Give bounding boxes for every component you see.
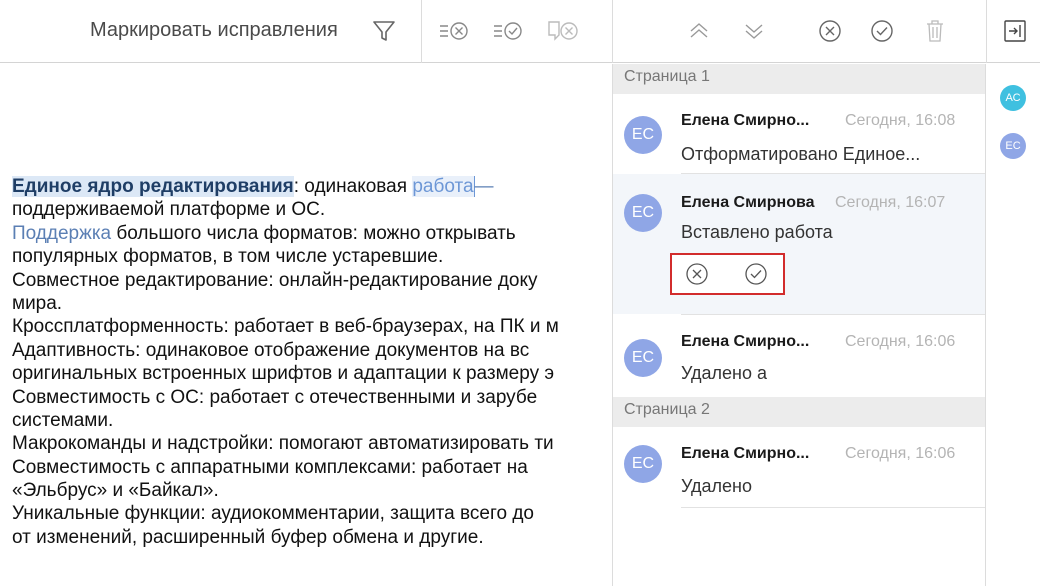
users-rail: АС ЕС — [986, 64, 1040, 586]
change-time: Сегодня, 16:08 — [845, 112, 956, 129]
inserted-text: работа — [412, 176, 475, 197]
doc-line: системами. — [12, 409, 114, 431]
close-panel-icon[interactable] — [998, 14, 1032, 48]
doc-line: популярных форматов, в том числе устарев… — [12, 246, 444, 268]
previous-change-icon[interactable] — [682, 14, 716, 48]
next-change-icon[interactable] — [737, 14, 771, 48]
change-time: Сегодня, 16:07 — [835, 194, 946, 211]
change-card[interactable]: ЕС Елена Смирно... Сегодня, 16:06 Удален… — [613, 315, 985, 397]
toolbar-divider — [986, 0, 987, 63]
change-description: Удалено — [681, 476, 753, 496]
document-text: Единое ядро редактирования: одинаковая р… — [12, 175, 612, 549]
doc-line: Макрокоманды и надстройки: помогают авто… — [12, 433, 554, 455]
avatar: ЕС — [624, 445, 662, 483]
reject-in-comments-icon[interactable] — [546, 14, 580, 48]
changes-panel: Страница 1 ЕС Елена Смирно... Сегодня, 1… — [612, 64, 986, 586]
change-time: Сегодня, 16:06 — [845, 333, 956, 350]
change-author: Елена Смирно... — [681, 112, 810, 129]
doc-line: Поддержка большого числа форматов: можно… — [12, 222, 612, 245]
reject-change-icon[interactable] — [813, 14, 847, 48]
avatar: ЕС — [624, 339, 662, 377]
change-author: Елена Смирно... — [681, 445, 810, 462]
avatar: ЕС — [624, 194, 662, 232]
doc-line: от изменений, расширенный буфер обмена и… — [12, 526, 484, 548]
doc-line: поддерживаемой платформе и ОС. — [12, 199, 326, 221]
page-header: Страница 1 — [613, 64, 985, 94]
change-card-selected[interactable]: ЕС Елена Смирнова Сегодня, 16:07 Вставле… — [613, 174, 985, 314]
change-description: Отформатировано Единое... — [681, 144, 921, 164]
card-divider — [681, 507, 985, 508]
changed-text: Поддержка — [12, 222, 112, 244]
doc-line: Уникальные функции: аудиокомментарии, за… — [12, 503, 534, 525]
doc-line: Совместимость с аппаратными комплексами:… — [12, 456, 528, 478]
doc-line: Совместимость с ОС: работает с отечестве… — [12, 386, 538, 408]
doc-text-span: — — [474, 176, 494, 197]
doc-line: оригинальных встроенных шрифтов и адапта… — [12, 363, 555, 385]
formatted-text: Единое ядро редактирования — [12, 176, 294, 197]
reject-change-button[interactable] — [685, 262, 709, 286]
reject-all-icon[interactable] — [438, 14, 472, 48]
doc-text-span: большого числа форматов: можно открывать — [111, 222, 516, 244]
change-time: Сегодня, 16:06 — [845, 445, 956, 462]
change-card[interactable]: ЕС Елена Смирно... Сегодня, 16:08 Отформ… — [613, 94, 985, 173]
page-header: Страница 2 — [613, 397, 985, 427]
doc-line: мира. — [12, 292, 63, 314]
filter-icon[interactable] — [367, 14, 401, 48]
accept-change-icon[interactable] — [865, 14, 899, 48]
toolbar-divider — [612, 0, 613, 63]
user-avatar[interactable]: АС — [1000, 85, 1026, 111]
change-description: Удалено а — [681, 363, 768, 383]
toolbar-divider — [421, 0, 422, 63]
doc-line: Совместное редактирование: онлайн-редакт… — [12, 269, 538, 291]
document-area[interactable]: Единое ядро редактирования: одинаковая р… — [0, 64, 612, 586]
doc-line: Кроссплатформенность: работает в веб-бра… — [12, 316, 559, 338]
doc-line: «Эльбрус» и «Байкал». — [12, 480, 219, 502]
accept-all-icon[interactable] — [492, 14, 526, 48]
review-toolbar: Маркировать исправления — [0, 0, 1040, 63]
doc-line: Адаптивность: одинаковое отображение док… — [12, 339, 530, 361]
change-author: Елена Смирнова — [681, 194, 815, 211]
user-avatar[interactable]: ЕС — [1000, 133, 1026, 159]
change-description: Вставлено работа — [681, 222, 833, 242]
change-author: Елена Смирно... — [681, 333, 810, 350]
avatar: ЕС — [624, 116, 662, 154]
doc-line: Единое ядро редактирования: одинаковая р… — [12, 175, 612, 198]
delete-icon[interactable] — [918, 14, 952, 48]
accept-change-button[interactable] — [744, 262, 768, 286]
change-actions — [670, 253, 785, 295]
change-card[interactable]: ЕС Елена Смирно... Сегодня, 16:06 Удален… — [613, 427, 985, 507]
mark-changes-toggle[interactable]: Маркировать исправления — [90, 19, 338, 42]
doc-text-span: : одинаковая — [293, 176, 413, 197]
